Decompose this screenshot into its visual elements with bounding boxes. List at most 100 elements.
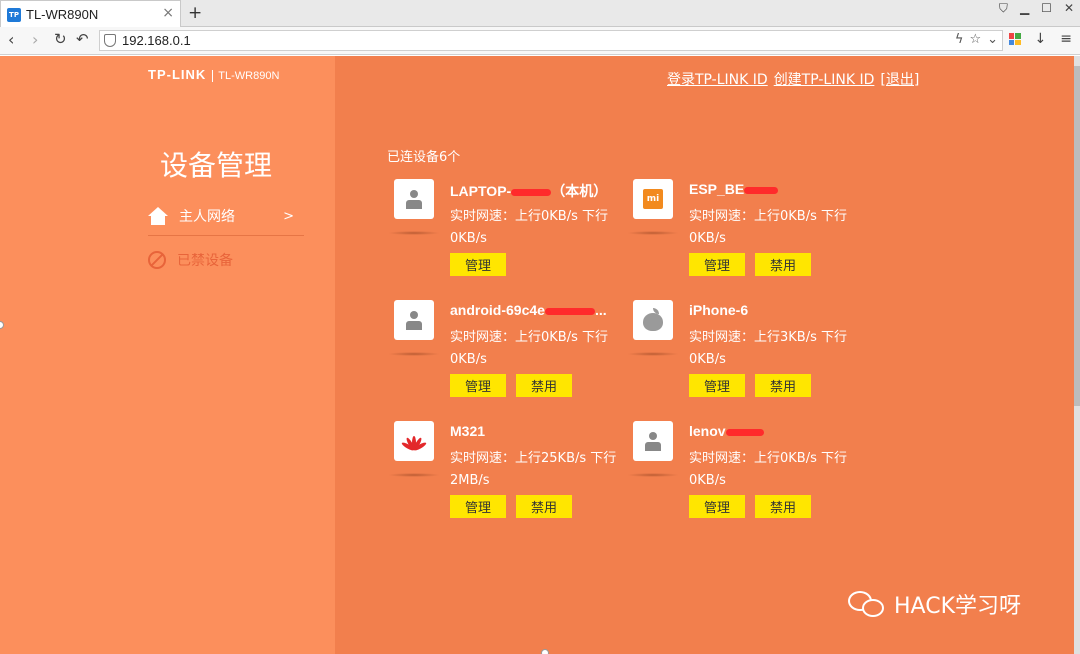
tplink-logo: TP-LINK TL-WR890N xyxy=(148,67,280,82)
device-name: lenov xyxy=(689,423,764,439)
download-icon[interactable]: ↓ xyxy=(1035,31,1047,47)
device-name: LAPTOP- （本机） xyxy=(450,183,608,199)
manage-button[interactable]: 管理 xyxy=(450,495,506,518)
device-card: LAPTOP- （本机） 实时网速：上行0KB/s 下行0KB/s 管理 xyxy=(388,179,628,289)
device-actions: 管理 禁用 xyxy=(450,495,572,518)
device-icon-box: mi xyxy=(633,179,673,219)
device-icon-box xyxy=(633,421,673,461)
device-speed: 实时网速：上行0KB/s 下行0KB/s xyxy=(689,451,847,488)
device-speed: 实时网速：上行25KB/s 下行2MB/s xyxy=(450,451,617,488)
icon-shadow xyxy=(388,231,440,235)
window-controls: ⛉ ▁ ☐ ✕ xyxy=(999,1,1074,16)
connected-device-count: 已连设备6个 xyxy=(387,150,461,165)
ban-button[interactable]: 禁用 xyxy=(516,495,572,518)
ban-button[interactable]: 禁用 xyxy=(516,374,572,397)
shield-icon xyxy=(104,34,116,47)
sidebar-item-label: 主人网络 xyxy=(179,209,235,225)
ban-button[interactable]: 禁用 xyxy=(755,374,811,397)
forward-icon[interactable]: › xyxy=(32,30,38,49)
tab-close-icon[interactable]: × xyxy=(162,5,174,21)
apple-icon xyxy=(642,308,664,332)
device-speed: 实时网速：上行0KB/s 下行0KB/s xyxy=(450,209,608,246)
shirt-icon[interactable]: ⛉ xyxy=(999,1,1008,16)
browser-tab-bar: TP TL-WR890N × + ⛉ ▁ ☐ ✕ xyxy=(0,0,1080,28)
maximize-icon[interactable]: ☐ xyxy=(1041,1,1052,16)
logout-link[interactable]: [退出] xyxy=(880,69,919,89)
huawei-icon xyxy=(400,432,428,452)
create-tplink-id-link[interactable]: 创建TP-LINK ID xyxy=(774,69,875,89)
sidebar-item-host-network[interactable]: 主人网络 > xyxy=(148,202,304,230)
device-speed: 实时网速：上行0KB/s 下行0KB/s xyxy=(689,209,847,246)
device-speed: 实时网速：上行3KB/s 下行0KB/s xyxy=(689,330,847,367)
url-actions: ϟ ☆ ⌄ xyxy=(955,32,998,47)
device-icon-box xyxy=(394,300,434,340)
ban-button[interactable]: 禁用 xyxy=(755,495,811,518)
manage-button[interactable]: 管理 xyxy=(689,495,745,518)
sidebar: TP-LINK TL-WR890N 设备管理 主人网络 > 已禁设备 xyxy=(0,56,335,654)
toolbar-right: ↓ ≡ xyxy=(1008,31,1072,47)
model-name: TL-WR890N xyxy=(212,70,280,82)
device-speed: 实时网速：上行0KB/s 下行0KB/s xyxy=(450,330,608,367)
new-tab-icon[interactable]: + xyxy=(188,3,202,23)
tab-title: TL-WR890N xyxy=(26,7,99,22)
ban-button[interactable]: 禁用 xyxy=(755,253,811,276)
manage-button[interactable]: 管理 xyxy=(689,374,745,397)
sidebar-item-label: 已禁设备 xyxy=(177,253,233,269)
device-actions: 管理 禁用 xyxy=(450,374,572,397)
icon-shadow xyxy=(627,231,679,235)
minimize-icon[interactable]: ▁ xyxy=(1020,1,1029,16)
login-tplink-id-link[interactable]: 登录TP-LINK ID xyxy=(667,69,768,89)
xiaomi-icon: mi xyxy=(643,189,663,209)
redaction-mark xyxy=(511,188,552,196)
home-icon xyxy=(148,207,168,225)
person-icon xyxy=(404,188,424,210)
url-input[interactable]: 192.168.0.1 ϟ ☆ ⌄ xyxy=(99,30,1003,51)
sidebar-divider xyxy=(148,235,304,236)
person-icon xyxy=(643,430,663,452)
close-window-icon[interactable]: ✕ xyxy=(1064,1,1074,16)
device-icon-box xyxy=(633,300,673,340)
device-name: android-69c4e... xyxy=(450,302,607,318)
resize-handle[interactable] xyxy=(541,649,549,654)
device-card: android-69c4e... 实时网速：上行0KB/s 下行0KB/s 管理… xyxy=(388,300,628,410)
person-icon xyxy=(404,309,424,331)
page-scrollbar[interactable] xyxy=(1074,56,1080,654)
device-card: M321 实时网速：上行25KB/s 下行2MB/s 管理 禁用 xyxy=(388,421,628,531)
reload-icon[interactable]: ↻ xyxy=(54,30,67,48)
device-card: lenov 实时网速：上行0KB/s 下行0KB/s 管理 禁用 xyxy=(627,421,867,531)
undo-icon[interactable]: ↶ xyxy=(76,30,89,48)
icon-shadow xyxy=(627,352,679,356)
star-icon[interactable]: ☆ xyxy=(969,32,981,47)
device-actions: 管理 xyxy=(450,253,506,276)
tplink-favicon-icon: TP xyxy=(7,7,21,22)
device-card: iPhone-6 实时网速：上行3KB/s 下行0KB/s 管理 禁用 xyxy=(627,300,867,410)
menu-icon[interactable]: ≡ xyxy=(1060,31,1072,47)
chevron-down-icon[interactable]: ⌄ xyxy=(987,32,998,47)
wechat-icon xyxy=(848,589,886,619)
watermark: HACK学习呀 xyxy=(848,588,1021,620)
manage-button[interactable]: 管理 xyxy=(689,253,745,276)
sidebar-item-banned-devices[interactable]: 已禁设备 xyxy=(148,246,304,274)
sidebar-title: 设备管理 xyxy=(160,149,273,182)
address-toolbar: ‹ › ↻ ↶ 192.168.0.1 ϟ ☆ ⌄ ↓ ≡ xyxy=(0,27,1080,55)
redaction-mark xyxy=(725,428,764,436)
chevron-right-icon: > xyxy=(283,208,294,224)
device-icon-box xyxy=(394,179,434,219)
icon-shadow xyxy=(388,473,440,477)
device-icon-box xyxy=(394,421,434,461)
icon-shadow xyxy=(627,473,679,477)
apps-grid-icon[interactable] xyxy=(1008,33,1021,45)
device-actions: 管理 禁用 xyxy=(689,495,811,518)
logo-text: TP-LINK xyxy=(148,67,207,82)
scrollbar-thumb[interactable] xyxy=(1074,66,1080,406)
lightning-icon[interactable]: ϟ xyxy=(955,32,964,47)
manage-button[interactable]: 管理 xyxy=(450,374,506,397)
watermark-text: HACK学习呀 xyxy=(894,594,1021,619)
browser-tab[interactable]: TP TL-WR890N × xyxy=(0,0,181,28)
redaction-mark xyxy=(744,186,779,194)
back-icon[interactable]: ‹ xyxy=(8,30,14,49)
url-text: 192.168.0.1 xyxy=(122,33,191,48)
manage-button[interactable]: 管理 xyxy=(450,253,506,276)
device-actions: 管理 禁用 xyxy=(689,374,811,397)
device-card: mi ESP_BE 实时网速：上行0KB/s 下行0KB/s 管理 禁用 xyxy=(627,179,867,289)
